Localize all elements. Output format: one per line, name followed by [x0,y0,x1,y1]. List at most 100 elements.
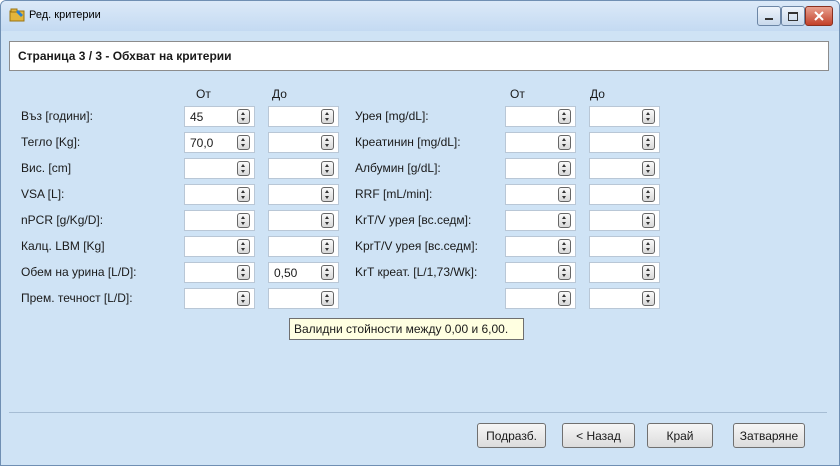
spinner-icon[interactable] [558,161,571,176]
left-to-input[interactable] [268,236,339,257]
left-to-input[interactable] [268,288,339,309]
spinner-icon[interactable] [558,291,571,306]
right-to-input[interactable] [589,262,660,283]
defaults-button[interactable]: Подразб. [477,423,546,448]
spinner-icon[interactable] [642,109,655,124]
spinner-icon[interactable] [642,161,655,176]
right-to-input[interactable] [589,106,660,127]
right-from-input[interactable] [505,236,576,257]
minimize-button[interactable] [757,6,781,26]
right-to-input[interactable] [589,236,660,257]
right-criterion-label: KrT креат. [L/1,73/Wk]: [355,265,478,279]
left-criterion-label: Прем. течност [L/D]: [21,291,133,305]
right-to-input[interactable] [589,158,660,179]
maximize-button[interactable] [781,6,805,26]
left-from-input[interactable] [184,184,255,205]
tooltip-text: Валидни стойности между 0,00 и 6,00. [294,322,509,336]
left-to-input[interactable] [268,210,339,231]
right-from-input[interactable] [505,106,576,127]
page-header: Страница 3 / 3 - Обхват на критерии [9,41,829,71]
spinner-icon[interactable] [558,239,571,254]
spinner-icon[interactable] [237,135,250,150]
left-from-input[interactable] [184,262,255,283]
right-from-input[interactable] [505,132,576,153]
spinner-icon[interactable] [321,135,334,150]
spinner-icon[interactable] [321,239,334,254]
left-from-value: 45 [190,110,204,124]
spinner-icon[interactable] [237,291,250,306]
finish-button[interactable]: Край [647,423,713,448]
spinner-icon[interactable] [237,187,250,202]
left-from-input[interactable]: 70,0 [184,132,255,153]
left-criterion-label: Тегло [Kg]: [21,135,81,149]
spinner-icon[interactable] [321,187,334,202]
left-to-input[interactable] [268,158,339,179]
title-bar[interactable]: Ред. критерии [1,1,839,31]
left-from-input[interactable] [184,236,255,257]
right-to-header: До [590,87,605,101]
spinner-icon[interactable] [321,161,334,176]
close-icon [814,11,824,21]
back-button[interactable]: < Назад [562,423,635,448]
right-from-input[interactable] [505,262,576,283]
left-criterion-label: nPCR [g/Kg/D]: [21,213,104,227]
left-from-header: От [196,87,211,101]
spinner-icon[interactable] [558,187,571,202]
spinner-icon[interactable] [642,265,655,280]
right-from-input[interactable] [505,158,576,179]
right-from-input[interactable] [505,288,576,309]
spinner-icon[interactable] [558,213,571,228]
minimize-icon [765,18,773,20]
dialog-window: Ред. критерии Страница 3 / 3 - Обхват на… [0,0,840,466]
left-from-input[interactable] [184,210,255,231]
spinner-icon[interactable] [642,187,655,202]
spinner-icon[interactable] [237,265,250,280]
spinner-icon[interactable] [321,109,334,124]
page-title: Страница 3 / 3 - Обхват на критерии [18,49,232,63]
spinner-icon[interactable] [237,239,250,254]
left-to-header: До [272,87,287,101]
spinner-icon[interactable] [237,109,250,124]
right-from-header: От [510,87,525,101]
spinner-icon[interactable] [321,291,334,306]
left-to-input[interactable] [268,132,339,153]
spinner-icon[interactable] [558,135,571,150]
left-from-input[interactable] [184,158,255,179]
dialog-content: Страница 3 / 3 - Обхват на критерии От Д… [9,33,831,458]
right-to-input[interactable] [589,184,660,205]
left-criterion-label: Калц. LBM [Kg] [21,239,105,253]
maximize-icon [788,11,798,21]
right-from-input[interactable] [505,210,576,231]
right-criterion-label: Креатинин [mg/dL]: [355,135,461,149]
spinner-icon[interactable] [558,109,571,124]
left-to-value: 0,50 [274,266,298,280]
close-window-button[interactable] [805,6,833,26]
spinner-icon[interactable] [321,265,334,280]
left-criterion-label: Въз [години]: [21,109,93,123]
close-button[interactable]: Затваряне [733,423,805,448]
right-criterion-label: Урея [mg/dL]: [355,109,429,123]
left-from-input[interactable]: 45 [184,106,255,127]
left-to-input[interactable]: 0,50 [268,262,339,283]
spinner-icon[interactable] [558,265,571,280]
spinner-icon[interactable] [237,161,250,176]
window-title: Ред. критерии [29,9,101,21]
left-to-input[interactable] [268,184,339,205]
spinner-icon[interactable] [642,291,655,306]
right-to-input[interactable] [589,210,660,231]
right-to-input[interactable] [589,288,660,309]
spinner-icon[interactable] [642,135,655,150]
right-criterion-label: KrT/V урея [вс.седм]: [355,213,472,227]
spinner-icon[interactable] [642,239,655,254]
criteria-edit-icon [9,8,25,22]
right-from-input[interactable] [505,184,576,205]
right-criterion-label: KprT/V урея [вс.седм]: [355,239,478,253]
left-from-input[interactable] [184,288,255,309]
left-to-input[interactable] [268,106,339,127]
left-criterion-label: Обем на урина [L/D]: [21,265,137,279]
spinner-icon[interactable] [321,213,334,228]
spinner-icon[interactable] [642,213,655,228]
right-criterion-label: RRF [mL/min]: [355,187,433,201]
right-to-input[interactable] [589,132,660,153]
spinner-icon[interactable] [237,213,250,228]
